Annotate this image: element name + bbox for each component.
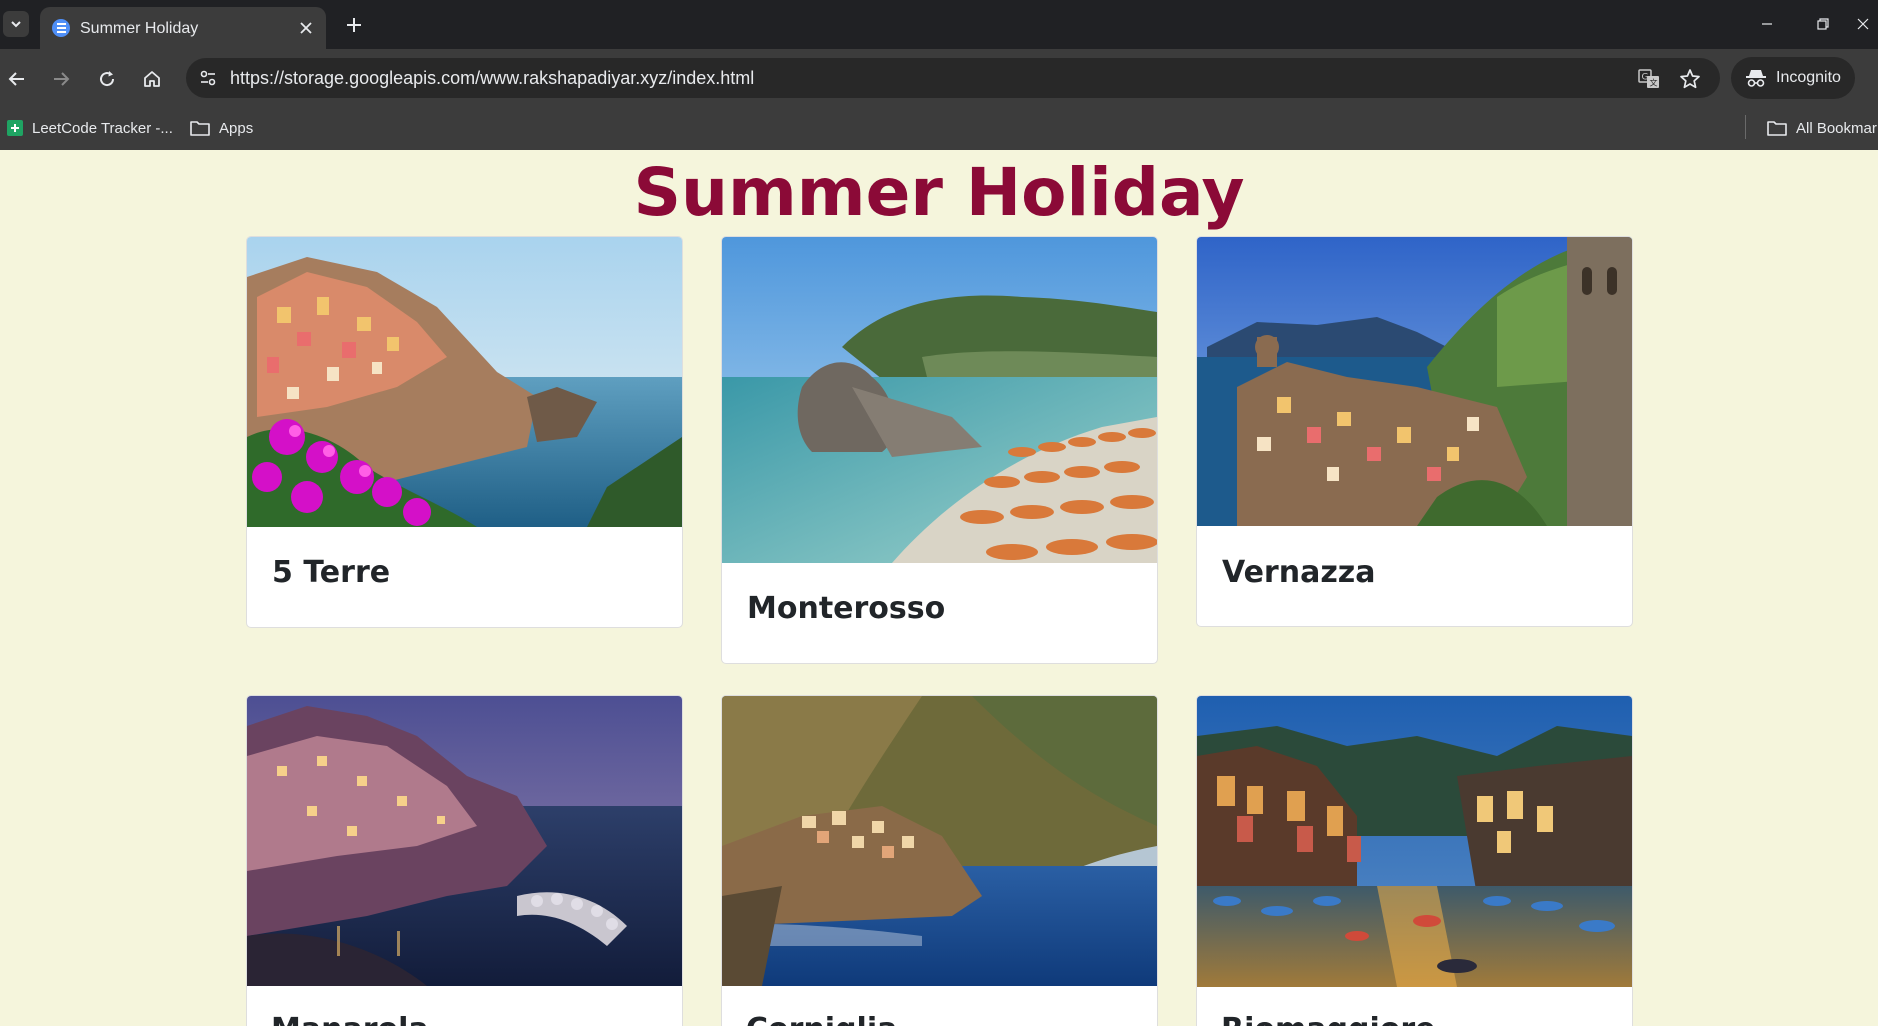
card-5-terre: 5 Terre <box>246 236 683 628</box>
chevron-down-icon <box>11 21 21 28</box>
card-title: 5 Terre <box>272 555 391 590</box>
card-image <box>1197 696 1632 987</box>
bookmark-leetcode-tracker[interactable]: LeetCode Tracker -... <box>6 116 173 140</box>
new-tab-button[interactable] <box>340 11 368 39</box>
close-icon <box>1857 18 1869 30</box>
translate-icon: G文 <box>1638 69 1659 88</box>
card-title: Corniglia <box>746 1012 897 1026</box>
restore-button[interactable] <box>1800 10 1846 38</box>
folder-icon <box>1767 121 1787 136</box>
forward-button[interactable] <box>45 63 77 95</box>
card-manarola <box>246 695 683 1026</box>
card-image <box>722 237 1157 563</box>
web-page: Summer Holiday 5 Terre Monterosso Vernaz… <box>0 150 1878 1026</box>
tab-summer-holiday[interactable]: Summer Holiday <box>40 7 326 49</box>
back-button[interactable] <box>1 63 33 95</box>
card-title: Riomaggiore <box>1221 1012 1435 1026</box>
page-favicon-icon <box>52 19 70 37</box>
incognito-profile-button[interactable]: Incognito <box>1731 57 1855 99</box>
home-button[interactable] <box>136 63 168 95</box>
arrow-right-icon <box>54 72 70 86</box>
folder-icon <box>190 121 210 136</box>
reload-icon <box>100 71 115 87</box>
close-tab-button[interactable] <box>294 16 318 40</box>
all-bookmarks-button[interactable]: All Bookmar <box>1767 116 1877 140</box>
card-riomaggiore <box>1196 695 1633 1026</box>
arrow-left-icon <box>8 72 24 86</box>
tab-strip: Summer Holiday <box>0 0 1878 49</box>
card-title: Monterosso <box>747 591 946 626</box>
site-info-button[interactable] <box>194 64 222 92</box>
svg-text:文: 文 <box>1650 78 1658 88</box>
bookmark-folder-apps[interactable]: Apps <box>190 116 253 140</box>
bookmark-label: LeetCode Tracker -... <box>32 119 173 137</box>
card-image <box>247 237 682 527</box>
address-bar[interactable]: https://storage.googleapis.com/www.raksh… <box>186 58 1720 98</box>
bookmarks-divider <box>1745 115 1746 139</box>
minimize-icon <box>1762 23 1772 25</box>
tune-icon <box>200 70 216 86</box>
browser-toolbar: https://storage.googleapis.com/www.raksh… <box>0 49 1878 107</box>
page-title: Summer Holiday <box>633 154 1245 231</box>
card-title: Manarola <box>271 1012 429 1026</box>
minimize-button[interactable] <box>1744 10 1790 38</box>
star-icon <box>1680 69 1700 89</box>
bookmarks-bar: LeetCode Tracker -... Apps All Bookmar <box>0 107 1878 150</box>
tab-title: Summer Holiday <box>80 20 199 37</box>
card-image <box>1197 237 1632 526</box>
incognito-icon <box>1746 70 1766 87</box>
card-corniglia <box>721 695 1158 1026</box>
reload-button[interactable] <box>91 63 123 95</box>
sheets-icon <box>7 120 23 136</box>
url-text[interactable]: https://storage.googleapis.com/www.raksh… <box>230 68 754 89</box>
incognito-label: Incognito <box>1776 69 1841 86</box>
all-bookmarks-label: All Bookmar <box>1796 119 1877 137</box>
card-image <box>247 696 682 986</box>
close-window-button[interactable] <box>1856 10 1878 38</box>
card-vernazza: Vernazza <box>1196 236 1633 627</box>
home-icon <box>144 71 160 87</box>
bookmark-label: Apps <box>219 119 254 137</box>
card-image <box>722 696 1157 986</box>
translate-button[interactable]: G文 <box>1634 64 1664 94</box>
plus-icon <box>347 18 361 32</box>
restore-icon <box>1817 18 1829 30</box>
card-monterosso: Monterosso <box>721 236 1158 664</box>
bookmark-star-button[interactable] <box>1675 64 1705 94</box>
tab-search-button[interactable] <box>3 11 29 37</box>
close-icon <box>300 22 312 34</box>
card-title: Vernazza <box>1222 555 1376 590</box>
